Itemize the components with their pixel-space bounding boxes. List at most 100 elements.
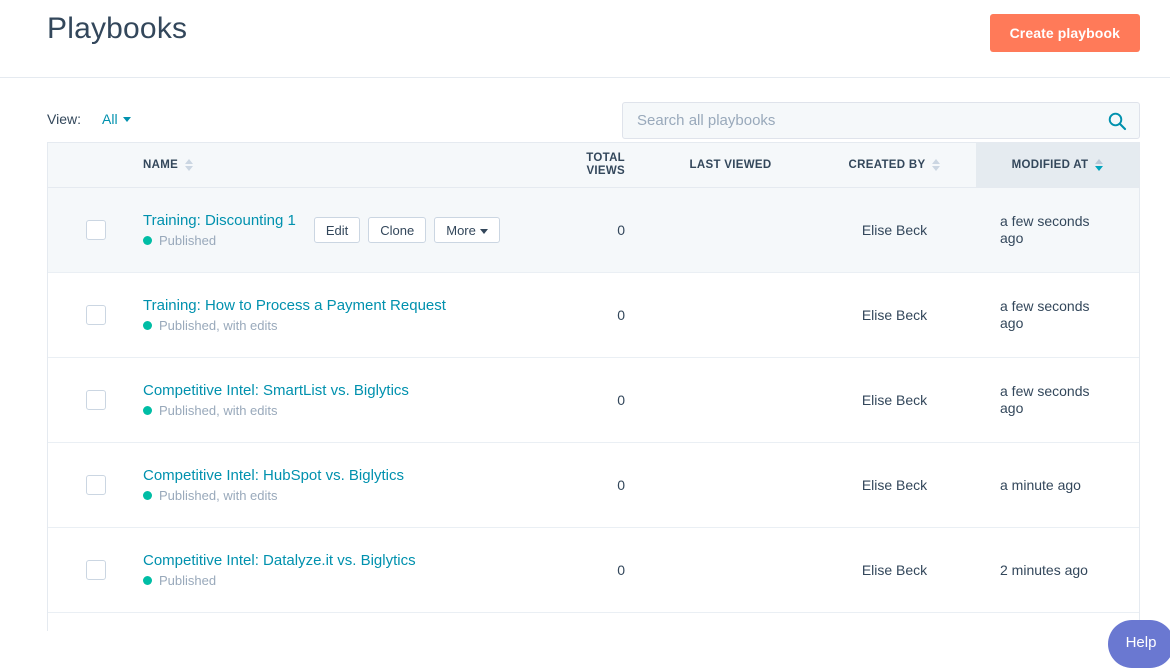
status-dot-icon xyxy=(143,576,152,585)
table-row[interactable]: Training: Discounting 1 Published Edit Clon… xyxy=(48,188,1139,273)
modified-at-cell-text: a few seconds ago xyxy=(1000,298,1105,332)
row-checkbox[interactable] xyxy=(86,390,106,410)
created-by-cell-text: Elise Beck xyxy=(862,477,927,493)
table-row[interactable]: Training: How to Process a Payment Reque… xyxy=(48,273,1139,358)
column-header-name-label: NAME xyxy=(143,159,178,171)
status-label: Published, with edits xyxy=(159,318,278,333)
row-checkbox[interactable] xyxy=(86,305,106,325)
column-header-modified-at[interactable]: MODIFIED AT xyxy=(976,143,1139,187)
created-by-cell-text: Elise Beck xyxy=(862,222,927,238)
table-row[interactable]: Competitive Intel: SmartList vs. Biglyti… xyxy=(48,358,1139,443)
modified-at-cell-text: a minute ago xyxy=(1000,477,1081,494)
controls-bar: View: All xyxy=(0,78,1170,142)
table-row[interactable]: Competitive Intel: HubSpot vs. Biglytics… xyxy=(48,443,1139,528)
playbook-name-link[interactable]: Competitive Intel: HubSpot vs. Biglytics xyxy=(143,467,404,484)
help-button-label: Help xyxy=(1126,634,1157,651)
view-filter-dropdown[interactable]: All xyxy=(102,111,131,127)
chevron-down-icon xyxy=(480,229,488,234)
help-button[interactable]: Help xyxy=(1108,620,1170,668)
status-dot-icon xyxy=(143,406,152,415)
last-viewed-cell xyxy=(648,188,813,272)
total-views-cell-text: 0 xyxy=(617,222,625,238)
created-by-cell-text: Elise Beck xyxy=(862,392,927,408)
clone-button[interactable]: Clone xyxy=(368,217,426,243)
sort-arrows-name[interactable] xyxy=(185,159,193,171)
sort-arrows-created-by[interactable] xyxy=(932,159,940,171)
edit-button[interactable]: Edit xyxy=(314,217,360,243)
row-select-cell xyxy=(48,273,143,357)
status-dot-icon xyxy=(143,491,152,500)
row-checkbox[interactable] xyxy=(86,475,106,495)
row-select-cell xyxy=(48,443,143,527)
total-views-cell-text: 0 xyxy=(617,562,625,578)
total-views-cell: 0 xyxy=(548,443,648,527)
modified-at-cell: a few seconds ago xyxy=(976,273,1139,357)
total-views-cell-text: 0 xyxy=(617,392,625,408)
search-box[interactable] xyxy=(622,102,1140,139)
created-by-cell: Elise Beck xyxy=(813,528,976,612)
playbook-name-link[interactable]: Training: How to Process a Payment Reque… xyxy=(143,297,446,314)
column-header-last-viewed[interactable]: LAST VIEWED xyxy=(648,143,813,187)
playbooks-table: NAME TOTAL VIEWS LAST VIEWED CREATED BY … xyxy=(47,142,1140,631)
modified-at-cell: a few seconds ago xyxy=(976,358,1139,442)
edit-button-label: Edit xyxy=(326,223,348,238)
status-dot-icon xyxy=(143,236,152,245)
row-select-cell xyxy=(48,188,143,272)
playbook-name-cell: Competitive Intel: SmartList vs. Biglyti… xyxy=(143,358,548,442)
last-viewed-cell xyxy=(648,358,813,442)
total-views-cell-text: 0 xyxy=(617,307,625,323)
column-header-total-views-line2: VIEWS xyxy=(586,165,625,177)
last-viewed-cell xyxy=(648,443,813,527)
playbook-name-cell: Competitive Intel: Datalyze.it vs. Bigly… xyxy=(143,528,548,612)
playbook-name-link[interactable]: Training: Discounting 1 xyxy=(143,212,296,229)
column-header-total-views-line1: TOTAL xyxy=(586,152,625,164)
created-by-cell-text: Elise Beck xyxy=(862,307,927,323)
table-row-partial xyxy=(48,613,1139,631)
last-viewed-cell xyxy=(648,528,813,612)
created-by-cell: Elise Beck xyxy=(813,273,976,357)
column-header-name[interactable]: NAME xyxy=(143,143,548,187)
total-views-cell-text: 0 xyxy=(617,477,625,493)
clone-button-label: Clone xyxy=(380,223,414,238)
column-header-created-by-label: CREATED BY xyxy=(849,159,926,171)
chevron-down-icon xyxy=(123,117,131,122)
more-button-label: More xyxy=(446,223,476,238)
row-select-cell xyxy=(48,358,143,442)
created-by-cell: Elise Beck xyxy=(813,358,976,442)
row-checkbox[interactable] xyxy=(86,220,106,240)
modified-at-cell: a minute ago xyxy=(976,443,1139,527)
table-header-row: NAME TOTAL VIEWS LAST VIEWED CREATED BY … xyxy=(48,142,1139,188)
status-label: Published xyxy=(159,573,216,588)
playbook-name-link[interactable]: Competitive Intel: Datalyze.it vs. Bigly… xyxy=(143,552,416,569)
row-actions: Edit Clone More xyxy=(314,217,500,243)
status-label: Published xyxy=(159,233,216,248)
view-filter-value: All xyxy=(102,111,118,127)
modified-at-cell-text: a few seconds ago xyxy=(1000,213,1105,247)
created-by-cell-text: Elise Beck xyxy=(862,562,927,578)
modified-at-cell-text: 2 minutes ago xyxy=(1000,562,1088,579)
status-label: Published, with edits xyxy=(159,403,278,418)
create-playbook-button[interactable]: Create playbook xyxy=(990,14,1140,52)
page-header: Playbooks Create playbook xyxy=(0,0,1170,78)
row-checkbox[interactable] xyxy=(86,560,106,580)
created-by-cell: Elise Beck xyxy=(813,188,976,272)
status-badge: Published, with edits xyxy=(143,318,446,333)
playbook-name-link[interactable]: Competitive Intel: SmartList vs. Biglyti… xyxy=(143,382,409,399)
search-input[interactable] xyxy=(623,103,1139,138)
total-views-cell: 0 xyxy=(548,528,648,612)
row-select-cell xyxy=(48,528,143,612)
status-label: Published, with edits xyxy=(159,488,278,503)
column-header-created-by[interactable]: CREATED BY xyxy=(813,143,976,187)
table-row[interactable]: Competitive Intel: Datalyze.it vs. Bigly… xyxy=(48,528,1139,613)
playbook-name-cell: Competitive Intel: HubSpot vs. Biglytics… xyxy=(143,443,548,527)
more-button[interactable]: More xyxy=(434,217,500,243)
view-label: View: xyxy=(47,111,81,127)
modified-at-cell-text: a few seconds ago xyxy=(1000,383,1105,417)
page-title: Playbooks xyxy=(47,12,187,46)
playbook-name-cell: Training: How to Process a Payment Reque… xyxy=(143,273,548,357)
column-header-total-views[interactable]: TOTAL VIEWS xyxy=(548,143,648,187)
modified-at-cell: a few seconds ago xyxy=(976,188,1139,272)
status-badge: Published xyxy=(143,573,416,588)
sort-arrows-modified-at[interactable] xyxy=(1095,159,1103,171)
column-header-select xyxy=(48,143,143,187)
